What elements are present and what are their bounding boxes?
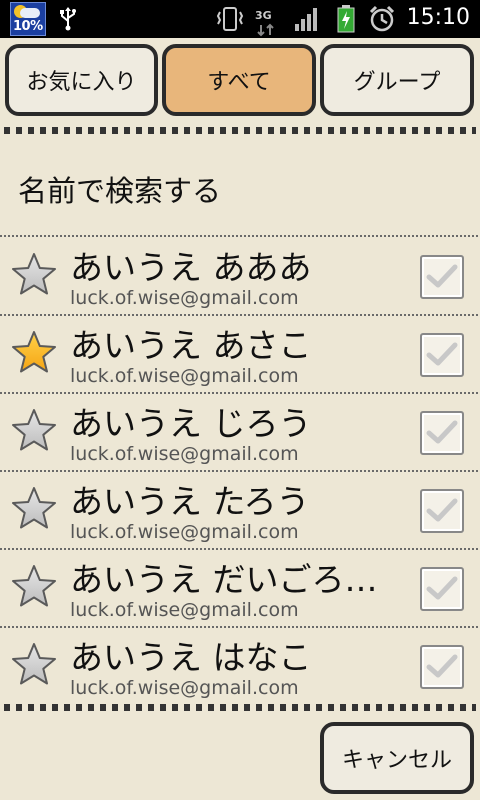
contact-checkbox[interactable]	[420, 333, 464, 377]
weather-icon: 10%	[10, 2, 46, 36]
divider	[4, 127, 476, 134]
signal-icon	[295, 8, 317, 31]
tab-favorites[interactable]: お気に入り	[5, 44, 158, 116]
network-3g-icon: 3G	[255, 4, 277, 37]
usb-icon	[60, 7, 76, 31]
cancel-button[interactable]: キャンセル	[320, 722, 474, 794]
contact-checkbox[interactable]	[420, 255, 464, 299]
contact-name: あいうえ じろう	[70, 404, 312, 443]
contact-email: luck.of.wise@gmail.com	[70, 521, 299, 543]
tab-groups[interactable]: グループ	[320, 44, 474, 116]
contact-row[interactable]: あいうえ あああ luck.of.wise@gmail.com	[0, 237, 480, 315]
vibrate-icon	[216, 7, 244, 31]
tab-all[interactable]: すべて	[162, 44, 316, 116]
checkmark-icon	[426, 264, 458, 288]
search-by-name[interactable]: 名前で検索する	[18, 168, 221, 210]
contact-email: luck.of.wise@gmail.com	[70, 365, 299, 387]
contact-checkbox[interactable]	[420, 489, 464, 533]
weather-percent: 10%	[13, 19, 43, 34]
contact-row[interactable]: あいうえ あさこ luck.of.wise@gmail.com	[0, 315, 480, 393]
contact-checkbox[interactable]	[420, 567, 464, 611]
network-label: 3G	[255, 9, 272, 22]
tab-bar: お気に入り すべて グループ	[0, 38, 480, 124]
star-icon[interactable]	[10, 251, 58, 299]
contact-name: あいうえ たろう	[70, 482, 310, 521]
checkmark-icon	[426, 498, 458, 522]
favorite-star-icon[interactable]	[10, 329, 58, 377]
checkmark-icon	[426, 420, 458, 444]
divider	[4, 704, 476, 711]
checkmark-icon	[426, 576, 458, 600]
contact-email: luck.of.wise@gmail.com	[70, 287, 299, 309]
contact-checkbox[interactable]	[420, 645, 464, 689]
status-bar: 10% 3G 15:10	[0, 0, 480, 38]
contact-email: luck.of.wise@gmail.com	[70, 677, 299, 699]
battery-charging-icon	[337, 5, 355, 33]
clock: 15:10	[406, 5, 470, 30]
contact-row[interactable]: あいうえ たろう luck.of.wise@gmail.com	[0, 471, 480, 549]
contact-email: luck.of.wise@gmail.com	[70, 599, 299, 621]
star-icon[interactable]	[10, 407, 58, 455]
contact-email: luck.of.wise@gmail.com	[70, 443, 299, 465]
contact-row[interactable]: あいうえ はなこ luck.of.wise@gmail.com	[0, 627, 480, 705]
contact-name: あいうえ あさこ	[70, 326, 312, 365]
star-icon[interactable]	[10, 563, 58, 611]
contact-name: あいうえ あああ	[70, 248, 312, 287]
contact-name: あいうえ だいごろう…	[70, 560, 410, 599]
checkmark-icon	[426, 342, 458, 366]
alarm-icon	[369, 5, 395, 32]
star-icon[interactable]	[10, 485, 58, 533]
contact-row[interactable]: あいうえ じろう luck.of.wise@gmail.com	[0, 393, 480, 471]
contact-row[interactable]: あいうえ だいごろう… luck.of.wise@gmail.com	[0, 549, 480, 627]
checkmark-icon	[426, 654, 458, 678]
contact-checkbox[interactable]	[420, 411, 464, 455]
contact-name: あいうえ はなこ	[70, 638, 312, 677]
star-icon[interactable]	[10, 641, 58, 689]
